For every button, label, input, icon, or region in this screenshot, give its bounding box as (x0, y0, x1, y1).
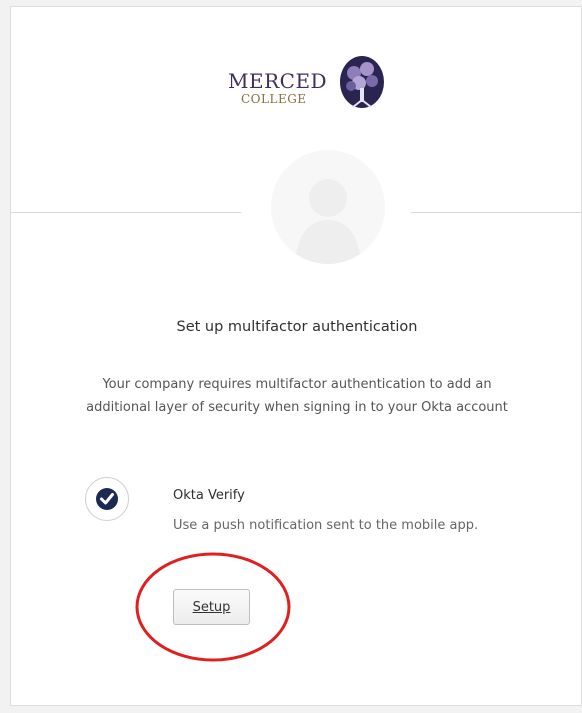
page-title: Set up multifactor authentication (176, 319, 418, 335)
user-avatar (271, 150, 385, 264)
tree-emblem-icon (340, 56, 384, 108)
sign-in-card: MERCED COLLEGE Set up multifactor authen… (10, 6, 582, 706)
divider-right (411, 212, 582, 213)
okta-verify-logo (85, 477, 129, 521)
mfa-description: Your company requires multifactor authen… (86, 377, 508, 415)
logo-text-merced: MERCED (228, 69, 328, 93)
page: MERCED COLLEGE Set up multifactor authen… (0, 0, 582, 713)
factor-description: Use a push notification sent to the mobi… (173, 518, 479, 533)
factor-title: Okta Verify (173, 488, 245, 503)
divider-left (11, 212, 241, 213)
merced-college-logo: MERCED COLLEGE (223, 55, 393, 117)
user-silhouette-icon (295, 179, 361, 264)
setup-button[interactable]: Setup (173, 589, 250, 625)
logo-text-college: COLLEGE (241, 92, 307, 106)
okta-verify-check-icon (96, 488, 118, 510)
